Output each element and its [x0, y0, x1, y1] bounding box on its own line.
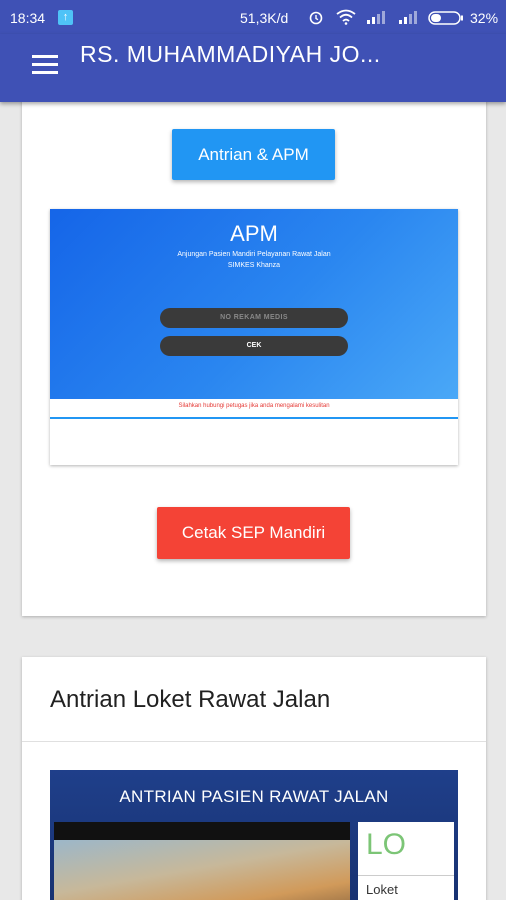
queue-video [54, 822, 350, 900]
queue-banner: ANTRIAN PASIEN RAWAT JALAN [119, 787, 389, 806]
status-bar: 18:34 ↑ 51,3K/d 32% [0, 0, 506, 34]
upload-notification-icon: ↑ [58, 10, 73, 25]
signal-icon [366, 9, 386, 28]
alarm-icon [308, 9, 324, 28]
divider [22, 741, 486, 742]
battery-percentage: 32% [470, 10, 499, 26]
apm-subtitle: Anjungan Pasien Mandiri Pelayanan Rawat … [50, 249, 458, 271]
medical-record-input[interactable]: NO REKAM MEDIS [160, 308, 348, 328]
network-speed: 51,3K/d [240, 10, 289, 26]
apm-card: Antrian & APM APM Anjungan Pasien Mandir… [22, 86, 486, 616]
wifi-icon [336, 9, 356, 28]
queue-card: Antrian Loket Rawat Jalan ANTRIAN PASIEN… [22, 657, 486, 900]
cek-button[interactable]: CEK [160, 336, 348, 356]
apm-title: APM [230, 221, 278, 246]
counter-panel: LO Loket [358, 822, 454, 900]
divider [50, 417, 458, 419]
apm-webview: APM Anjungan Pasien Mandiri Pelayanan Ra… [50, 209, 458, 465]
counter-number: LO [366, 828, 407, 861]
hamburger-menu-icon[interactable] [32, 54, 58, 76]
cetak-sep-button[interactable]: Cetak SEP Mandiri [157, 507, 350, 559]
battery-icon [428, 11, 464, 28]
status-time: 18:34 [10, 10, 46, 26]
toolbar-title: RS. MUHAMMADIYAH JO... [80, 41, 381, 67]
apm-subtitle-line2: SIMKES Khanza [227, 262, 281, 269]
apm-header: APM Anjungan Pasien Mandiri Pelayanan Ra… [50, 209, 458, 399]
video-thumbnail [54, 840, 350, 900]
antrian-apm-button[interactable]: Antrian & APM [172, 129, 335, 180]
help-note: Silahkan hubungi petugas jika anda menga… [178, 403, 330, 409]
signal-icon [398, 9, 418, 28]
apm-subtitle-line1: Anjungan Pasien Mandiri Pelayanan Rawat … [177, 251, 331, 258]
queue-webview: ANTRIAN PASIEN RAWAT JALAN LO Loket [50, 770, 458, 900]
divider [358, 875, 454, 876]
card-title: Antrian Loket Rawat Jalan [50, 686, 331, 713]
app-toolbar: RS. MUHAMMADIYAH JO... [0, 34, 506, 102]
counter-label: Loket [366, 882, 398, 897]
